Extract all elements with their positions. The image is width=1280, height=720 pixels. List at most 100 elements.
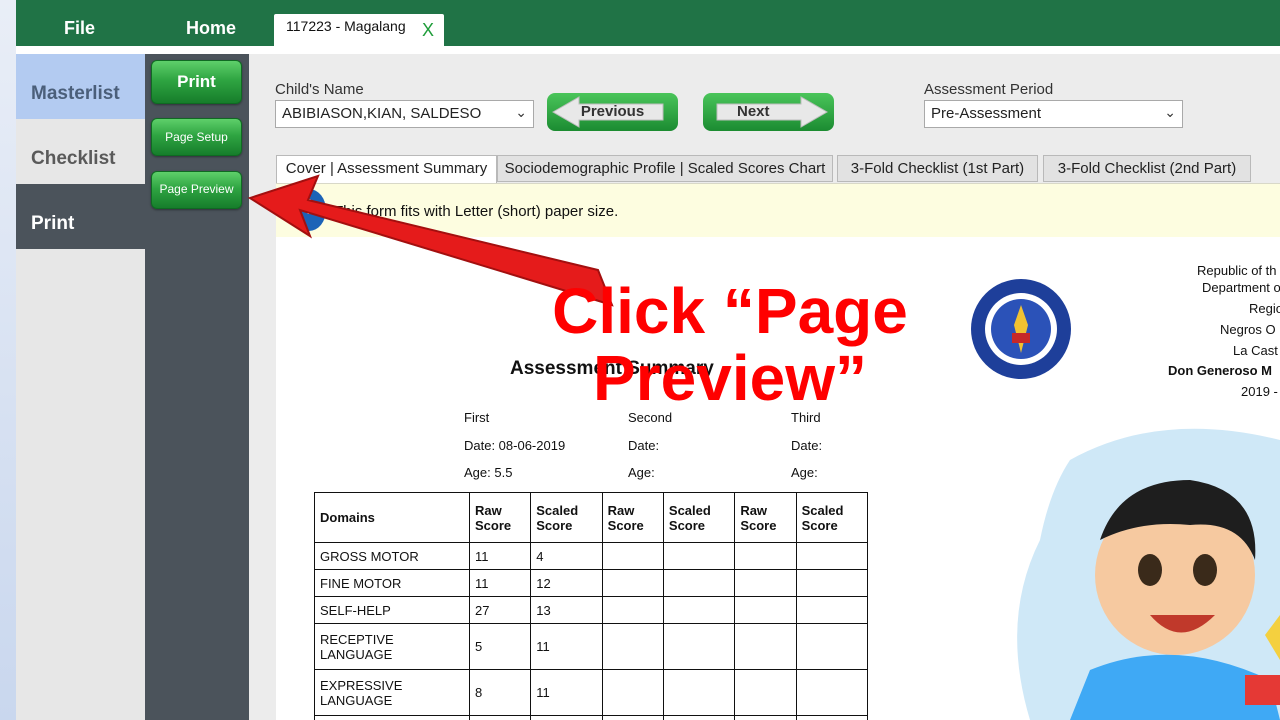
tab-checklist-2[interactable]: 3-Fold Checklist (2nd Part): [1043, 155, 1251, 182]
table-header-cell: Raw Score: [734, 492, 797, 543]
child-name-select[interactable]: ABIBIASON,KIAN, SALDESO ⌄: [275, 100, 534, 128]
table-cell: [795, 596, 869, 624]
assessment-period-value: Pre-Assessment: [931, 105, 1042, 122]
file-menu[interactable]: File: [64, 18, 95, 39]
table-cell: [662, 715, 736, 720]
table-header-cell: Raw Score: [601, 492, 664, 543]
table-header-row: Domains Raw Score Scaled Score Raw Score…: [314, 492, 869, 543]
table-cell: [601, 569, 664, 597]
header-line: Negros O: [1220, 322, 1276, 337]
table-row: GROSS MOTOR 11 4: [314, 542, 869, 570]
table-cell: [734, 623, 797, 670]
tab-sociodemographic[interactable]: Sociodemographic Profile | Scaled Scores…: [497, 155, 833, 182]
header-line: Don Generoso M: [1168, 363, 1273, 378]
table-cell: 27: [468, 596, 532, 624]
table-cell: 11: [530, 623, 603, 670]
tab-cover-summary[interactable]: Cover | Assessment Summary: [276, 155, 497, 183]
period-third-age: Age:: [791, 465, 818, 480]
next-label: Next: [737, 103, 770, 120]
table-cell: 13: [530, 596, 603, 624]
table-cell: 11: [468, 542, 532, 570]
header-line: Regio: [1249, 301, 1280, 316]
header-line: 2019 -: [1241, 384, 1278, 399]
chevron-down-icon: ⌄: [1164, 104, 1176, 120]
table-cell: 11: [530, 669, 603, 716]
table-cell: [662, 669, 736, 716]
table-cell: [734, 569, 797, 597]
table-cell: 12: [530, 569, 603, 597]
period-first-name: First: [464, 410, 490, 425]
header-line: La Cast: [1233, 343, 1278, 358]
period-second-date: Date:: [628, 438, 660, 453]
child-name-label: Child's Name: [275, 81, 364, 98]
side-nav: Masterlist Checklist Print: [16, 54, 145, 720]
table-cell: [662, 542, 736, 570]
table-header-cell: Scaled Score: [795, 492, 869, 543]
table-row: [314, 715, 869, 720]
table-row: RECEPTIVE LANGUAGE 5 11: [314, 623, 869, 670]
nav-item-masterlist[interactable]: Masterlist: [16, 54, 145, 119]
table-header-cell: Scaled Score: [662, 492, 736, 543]
previous-button[interactable]: Previous: [547, 93, 678, 131]
table-row: FINE MOTOR 11 12: [314, 569, 869, 597]
table-cell: 8: [468, 669, 532, 716]
table-cell: [601, 623, 664, 670]
table-cell: 4: [530, 542, 603, 570]
header-line: Republic of th: [1197, 263, 1277, 278]
table-cell: [795, 542, 869, 570]
table-cell: [734, 669, 797, 716]
left-edge-strip: [0, 0, 16, 720]
table-cell: [662, 623, 736, 670]
top-ribbon: File Home: [16, 0, 1280, 46]
home-menu[interactable]: Home: [186, 18, 236, 39]
info-bar: This form fits with Letter (short) paper…: [276, 183, 1280, 237]
table-cell: 5: [468, 623, 532, 670]
nav-item-print[interactable]: Print: [16, 184, 145, 249]
tab-checklist-1[interactable]: 3-Fold Checklist (1st Part): [837, 155, 1038, 182]
previous-label: Previous: [580, 103, 645, 120]
table-cell: RECEPTIVE LANGUAGE: [314, 623, 470, 670]
table-cell: [601, 542, 664, 570]
table-cell: [601, 596, 664, 624]
table-cell: [662, 569, 736, 597]
header-line: Department o: [1202, 280, 1280, 295]
info-message: This form fits with Letter (short) paper…: [334, 203, 619, 220]
table-cell: [601, 669, 664, 716]
table-cell: [530, 715, 603, 720]
table-cell: SELF-HELP: [314, 596, 470, 624]
table-cell: [795, 669, 869, 716]
table-cell: [734, 715, 797, 720]
table-cell: [795, 569, 869, 597]
print-button[interactable]: Print: [151, 60, 242, 104]
table-cell: [795, 623, 869, 670]
child-cartoon-illustration: [1017, 428, 1280, 720]
period-first-date: Date: 08-06-2019: [464, 438, 566, 453]
next-button[interactable]: Next: [703, 93, 834, 131]
page-preview-button[interactable]: Page Preview: [151, 171, 242, 209]
table-cell: GROSS MOTOR: [314, 542, 470, 570]
table-cell: [734, 542, 797, 570]
period-second-age: Age:: [628, 465, 655, 480]
chevron-down-icon: ⌄: [515, 104, 527, 120]
assessment-period-label: Assessment Period: [924, 81, 1054, 98]
document-tab[interactable]: 117223 - Magalang X: [274, 14, 444, 46]
click-page-preview-annotation: Click “Page Preview”: [552, 275, 908, 415]
table-cell: [468, 715, 532, 720]
assessment-period-select[interactable]: Pre-Assessment ⌄: [924, 100, 1183, 128]
period-first-age: Age: 5.5: [464, 465, 513, 480]
table-cell: [314, 715, 470, 720]
table-cell: FINE MOTOR: [314, 569, 470, 597]
child-name-value: ABIBIASON,KIAN, SALDESO: [282, 105, 482, 122]
table-cell: [795, 715, 869, 720]
page-setup-button[interactable]: Page Setup: [151, 118, 242, 156]
table-cell: [601, 715, 664, 720]
table-cell: EXPRESSIVE LANGUAGE: [314, 669, 470, 716]
excel-x-icon: X: [422, 20, 435, 40]
deped-seal-icon: [971, 279, 1071, 379]
assessment-table: Domains Raw Score Scaled Score Raw Score…: [314, 492, 869, 720]
table-row: EXPRESSIVE LANGUAGE 8 11: [314, 669, 869, 716]
table-header-cell: Raw Score: [468, 492, 532, 543]
nav-item-checklist[interactable]: Checklist: [16, 119, 145, 184]
table-cell: 11: [468, 569, 532, 597]
table-header-cell: Domains: [314, 492, 470, 543]
